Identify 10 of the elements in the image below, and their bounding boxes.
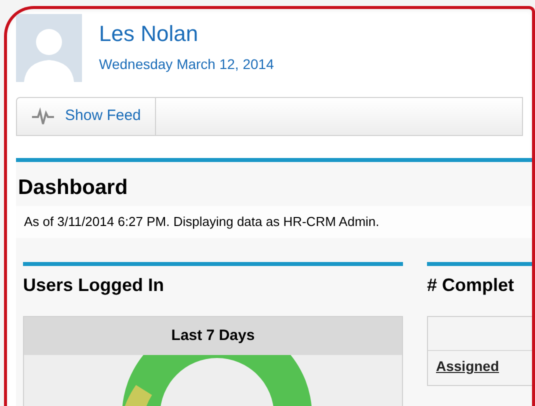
status-text: As of 3/11/2014 6:27 PM. Displaying data as HR-CRM Admin. [16,206,532,238]
dashboard-title: Dashboard [17,175,129,201]
assigned-link[interactable]: Assigned [436,358,500,374]
chart-header: Last 7 Days [24,317,402,355]
user-name: Les Nolan [99,21,200,47]
show-feed-button[interactable]: Show Feed [17,98,156,135]
component-title: Users Logged In [23,274,166,297]
date-text: Wednesday March 12, 2014 [99,55,274,74]
pulse-icon [31,106,55,126]
component-title: # Complet [427,274,516,297]
